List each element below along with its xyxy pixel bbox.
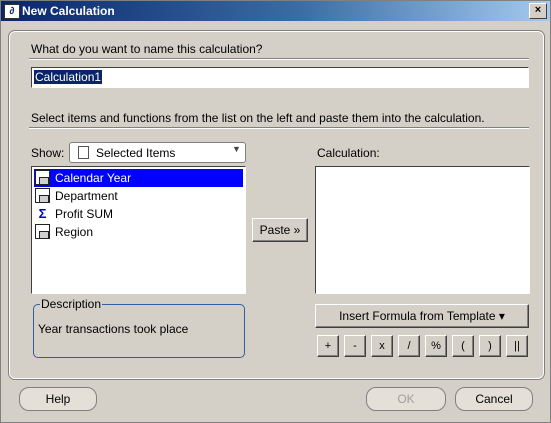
name-prompt-label: What do you want to name this calculatio… xyxy=(31,42,263,56)
show-label: Show: xyxy=(31,146,65,160)
close-button[interactable]: × xyxy=(529,3,547,19)
calculation-name-value: Calculation1 xyxy=(34,70,103,84)
list-item-label: Region xyxy=(55,225,94,239)
chevron-down-icon: ▾ xyxy=(498,309,505,323)
operator-multiply-button[interactable]: x xyxy=(371,335,393,357)
title-bar[interactable]: ∂ New Calculation × xyxy=(1,1,550,21)
calculation-label: Calculation: xyxy=(317,146,380,160)
dimension-item-icon xyxy=(35,188,50,203)
items-list[interactable]: Calendar Year Department Σ Profit SUM Re… xyxy=(31,166,246,294)
insert-formula-template-label: Insert Formula from Template xyxy=(339,309,496,323)
show-dropdown-value: Selected Items xyxy=(96,146,176,160)
operator-plus-button[interactable]: + xyxy=(317,335,339,357)
list-item-profit-sum[interactable]: Σ Profit SUM xyxy=(34,205,243,223)
separator xyxy=(29,127,529,129)
insert-formula-template-button[interactable]: Insert Formula from Template ▾ xyxy=(315,304,529,328)
operator-concat-button[interactable]: || xyxy=(506,335,528,357)
show-dropdown[interactable]: Selected Items ▼ xyxy=(69,142,246,163)
operator-open-paren-button[interactable]: ( xyxy=(452,335,474,357)
help-button[interactable]: Help xyxy=(19,387,97,411)
paste-button-label: Paste xyxy=(259,223,291,237)
list-item-label: Calendar Year xyxy=(55,171,132,185)
list-item-label: Profit SUM xyxy=(55,207,114,221)
cancel-button[interactable]: Cancel xyxy=(455,387,533,411)
separator xyxy=(29,58,529,60)
list-item-label: Department xyxy=(55,189,118,203)
dimension-item-icon xyxy=(35,170,50,185)
list-item-calendar-year[interactable]: Calendar Year xyxy=(34,169,243,187)
app-icon: ∂ xyxy=(4,4,20,19)
double-chevron-right-icon: » xyxy=(293,223,301,237)
instructions-text: Select items and functions from the list… xyxy=(31,111,485,125)
list-item-region[interactable]: Region xyxy=(34,223,243,241)
list-item-department[interactable]: Department xyxy=(34,187,243,205)
description-group: Description Year transactions took place xyxy=(33,297,245,358)
calculation-name-input[interactable]: Calculation1 xyxy=(31,67,529,88)
description-text: Year transactions took place xyxy=(38,322,189,336)
chevron-down-icon: ▼ xyxy=(232,144,241,154)
window-title: New Calculation xyxy=(22,4,115,18)
calculation-textarea[interactable] xyxy=(315,166,530,294)
sum-measure-icon: Σ xyxy=(38,206,47,221)
paste-button[interactable]: Paste » xyxy=(252,218,308,242)
description-label: Description xyxy=(40,297,103,311)
operator-minus-button[interactable]: - xyxy=(344,335,366,357)
operator-percent-button[interactable]: % xyxy=(425,335,447,357)
new-calculation-dialog: ∂ New Calculation × What do you want to … xyxy=(0,0,551,423)
folder-icon xyxy=(78,146,89,159)
operator-divide-button[interactable]: / xyxy=(398,335,420,357)
dimension-item-icon xyxy=(35,224,50,239)
ok-button[interactable]: OK xyxy=(366,387,446,411)
operator-close-paren-button[interactable]: ) xyxy=(479,335,501,357)
